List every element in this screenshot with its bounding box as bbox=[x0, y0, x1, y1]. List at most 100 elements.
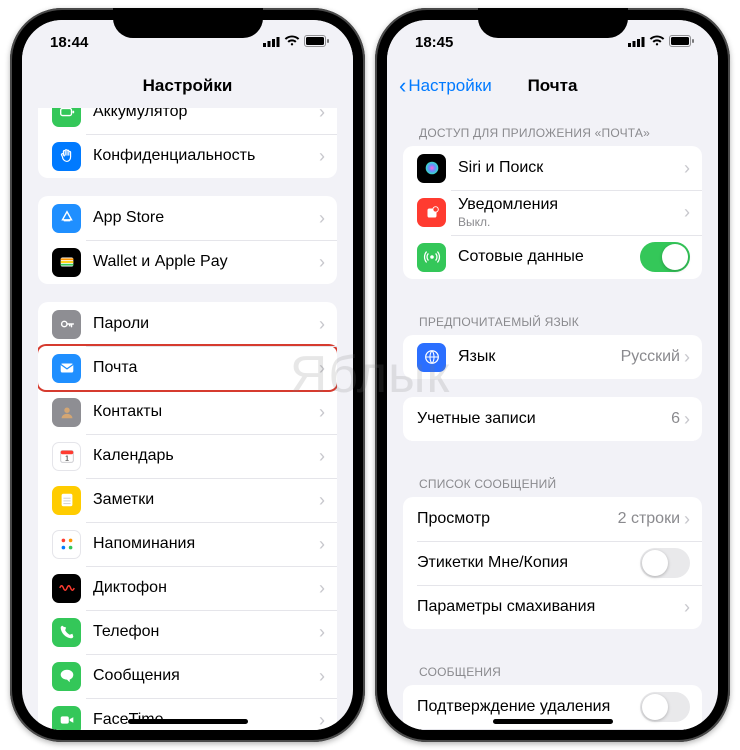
siri-icon bbox=[417, 154, 446, 183]
row-messages[interactable]: Сообщения› bbox=[38, 654, 337, 698]
screen-left: 18:44 Настройки Аккумулятор›Конфиденциал… bbox=[22, 20, 353, 730]
chevron-right-icon: › bbox=[319, 446, 325, 467]
row-notifications[interactable]: УведомленияВыкл.› bbox=[403, 190, 702, 235]
hand-icon bbox=[52, 142, 81, 171]
row-label: Заметки bbox=[93, 491, 319, 509]
row-label: Аккумулятор bbox=[93, 108, 319, 121]
row-swipe[interactable]: Параметры смахивания› bbox=[403, 585, 702, 629]
row-appstore[interactable]: App Store› bbox=[38, 196, 337, 240]
row-cellular[interactable]: Сотовые данные bbox=[403, 235, 702, 279]
row-label: Wallet и Apple Pay bbox=[93, 253, 319, 271]
chevron-right-icon: › bbox=[319, 578, 325, 599]
row-siri-search[interactable]: Siri и Поиск› bbox=[403, 146, 702, 190]
chevron-right-icon: › bbox=[319, 534, 325, 555]
calendar-icon: 1 bbox=[52, 442, 81, 471]
chevron-right-icon: › bbox=[684, 509, 690, 530]
chevron-right-icon: › bbox=[684, 158, 690, 179]
battery-icon bbox=[669, 34, 694, 51]
row-label: Подтверждение удаления bbox=[417, 698, 640, 716]
row-label: Учетные записи bbox=[417, 410, 671, 428]
globe-icon bbox=[417, 343, 446, 372]
section-header: ДОСТУП ДЛЯ ПРИЛОЖЕНИЯ «ПОЧТА» bbox=[387, 108, 718, 146]
nav-bar: ‹ Настройки Почта bbox=[387, 64, 718, 108]
row-phone[interactable]: Телефон› bbox=[38, 610, 337, 654]
row-calendar[interactable]: 1Календарь› bbox=[38, 434, 337, 478]
page-title: Настройки bbox=[143, 76, 233, 96]
row-battery[interactable]: Аккумулятор› bbox=[38, 108, 337, 134]
settings-group: App Store›Wallet и Apple Pay› bbox=[38, 196, 337, 284]
settings-group: Siri и Поиск›УведомленияВыкл.›Сотовые да… bbox=[403, 146, 702, 279]
battery-icon bbox=[52, 108, 81, 127]
section-header: СООБЩЕНИЯ bbox=[387, 647, 718, 685]
status-time: 18:45 bbox=[415, 34, 453, 51]
row-label: Телефон bbox=[93, 623, 319, 641]
mail-settings-content[interactable]: ДОСТУП ДЛЯ ПРИЛОЖЕНИЯ «ПОЧТА»Siri и Поис… bbox=[387, 108, 718, 730]
row-mail[interactable]: Почта› bbox=[38, 346, 337, 390]
row-preview[interactable]: Просмотр2 строки› bbox=[403, 497, 702, 541]
row-label: Пароли bbox=[93, 315, 319, 333]
screen-right: 18:45 ‹ Настройки Почта ДОСТУП ДЛЯ ПРИЛО… bbox=[387, 20, 718, 730]
row-value: 2 строки bbox=[618, 510, 680, 528]
row-label: Siri и Поиск bbox=[458, 159, 684, 177]
row-language[interactable]: ЯзыкРусский› bbox=[403, 335, 702, 379]
toggle-ask-delete[interactable] bbox=[640, 692, 690, 722]
back-label: Настройки bbox=[408, 76, 491, 96]
row-sublabel: Выкл. bbox=[458, 215, 684, 229]
notif-icon bbox=[417, 198, 446, 227]
chevron-left-icon: ‹ bbox=[399, 75, 406, 97]
toggle-tome-cc[interactable] bbox=[640, 548, 690, 578]
settings-content[interactable]: Аккумулятор›Конфиденциальность›App Store… bbox=[22, 108, 353, 730]
row-tome-cc[interactable]: Этикетки Мне/Копия bbox=[403, 541, 702, 585]
settings-group: Просмотр2 строки›Этикетки Мне/КопияПарам… bbox=[403, 497, 702, 629]
chevron-right-icon: › bbox=[684, 202, 690, 223]
row-value: 6 bbox=[671, 410, 680, 428]
toggle-cellular[interactable] bbox=[640, 242, 690, 272]
phone-right: 18:45 ‹ Настройки Почта ДОСТУП ДЛЯ ПРИЛО… bbox=[375, 8, 730, 742]
chevron-right-icon: › bbox=[319, 252, 325, 273]
home-indicator[interactable] bbox=[493, 719, 613, 724]
chevron-right-icon: › bbox=[684, 409, 690, 430]
row-reminders[interactable]: Напоминания› bbox=[38, 522, 337, 566]
chevron-right-icon: › bbox=[319, 490, 325, 511]
messages-icon bbox=[52, 662, 81, 691]
row-wallet[interactable]: Wallet и Apple Pay› bbox=[38, 240, 337, 284]
row-label: Параметры смахивания bbox=[417, 598, 684, 616]
facetime-icon bbox=[52, 706, 81, 731]
notch bbox=[113, 8, 263, 38]
row-label: App Store bbox=[93, 209, 319, 227]
cellular-icon bbox=[417, 243, 446, 272]
row-privacy[interactable]: Конфиденциальность› bbox=[38, 134, 337, 178]
row-passwords[interactable]: Пароли› bbox=[38, 302, 337, 346]
back-button[interactable]: ‹ Настройки bbox=[399, 75, 492, 97]
row-notes[interactable]: Заметки› bbox=[38, 478, 337, 522]
chevron-right-icon: › bbox=[319, 108, 325, 123]
signal-icon bbox=[263, 34, 280, 51]
row-label: Напоминания bbox=[93, 535, 319, 553]
chevron-right-icon: › bbox=[684, 347, 690, 368]
mail-icon bbox=[52, 354, 81, 383]
voicememos-icon bbox=[52, 574, 81, 603]
row-accounts[interactable]: Учетные записи6› bbox=[403, 397, 702, 441]
section-header: СПИСОК СООБЩЕНИЙ bbox=[387, 459, 718, 497]
row-label: Почта bbox=[93, 359, 319, 377]
status-time: 18:44 bbox=[50, 34, 88, 51]
row-voicememos[interactable]: Диктофон› bbox=[38, 566, 337, 610]
row-privacy-protection[interactable]: Защита конфиденциальности› bbox=[403, 729, 702, 730]
row-label: Конфиденциальность bbox=[93, 147, 319, 165]
appstore-icon bbox=[52, 204, 81, 233]
row-label: Сообщения bbox=[93, 667, 319, 685]
chevron-right-icon: › bbox=[319, 314, 325, 335]
home-indicator[interactable] bbox=[128, 719, 248, 724]
settings-group: Пароли›Почта›Контакты›1Календарь›Заметки… bbox=[38, 302, 337, 730]
notes-icon bbox=[52, 486, 81, 515]
signal-icon bbox=[628, 34, 645, 51]
row-facetime[interactable]: FaceTime› bbox=[38, 698, 337, 730]
contacts-icon bbox=[52, 398, 81, 427]
row-label: Просмотр bbox=[417, 510, 618, 528]
row-contacts[interactable]: Контакты› bbox=[38, 390, 337, 434]
notch bbox=[478, 8, 628, 38]
settings-group: ЯзыкРусский› bbox=[403, 335, 702, 379]
settings-group: Аккумулятор›Конфиденциальность› bbox=[38, 108, 337, 178]
chevron-right-icon: › bbox=[684, 597, 690, 618]
row-value: Русский bbox=[621, 348, 680, 366]
